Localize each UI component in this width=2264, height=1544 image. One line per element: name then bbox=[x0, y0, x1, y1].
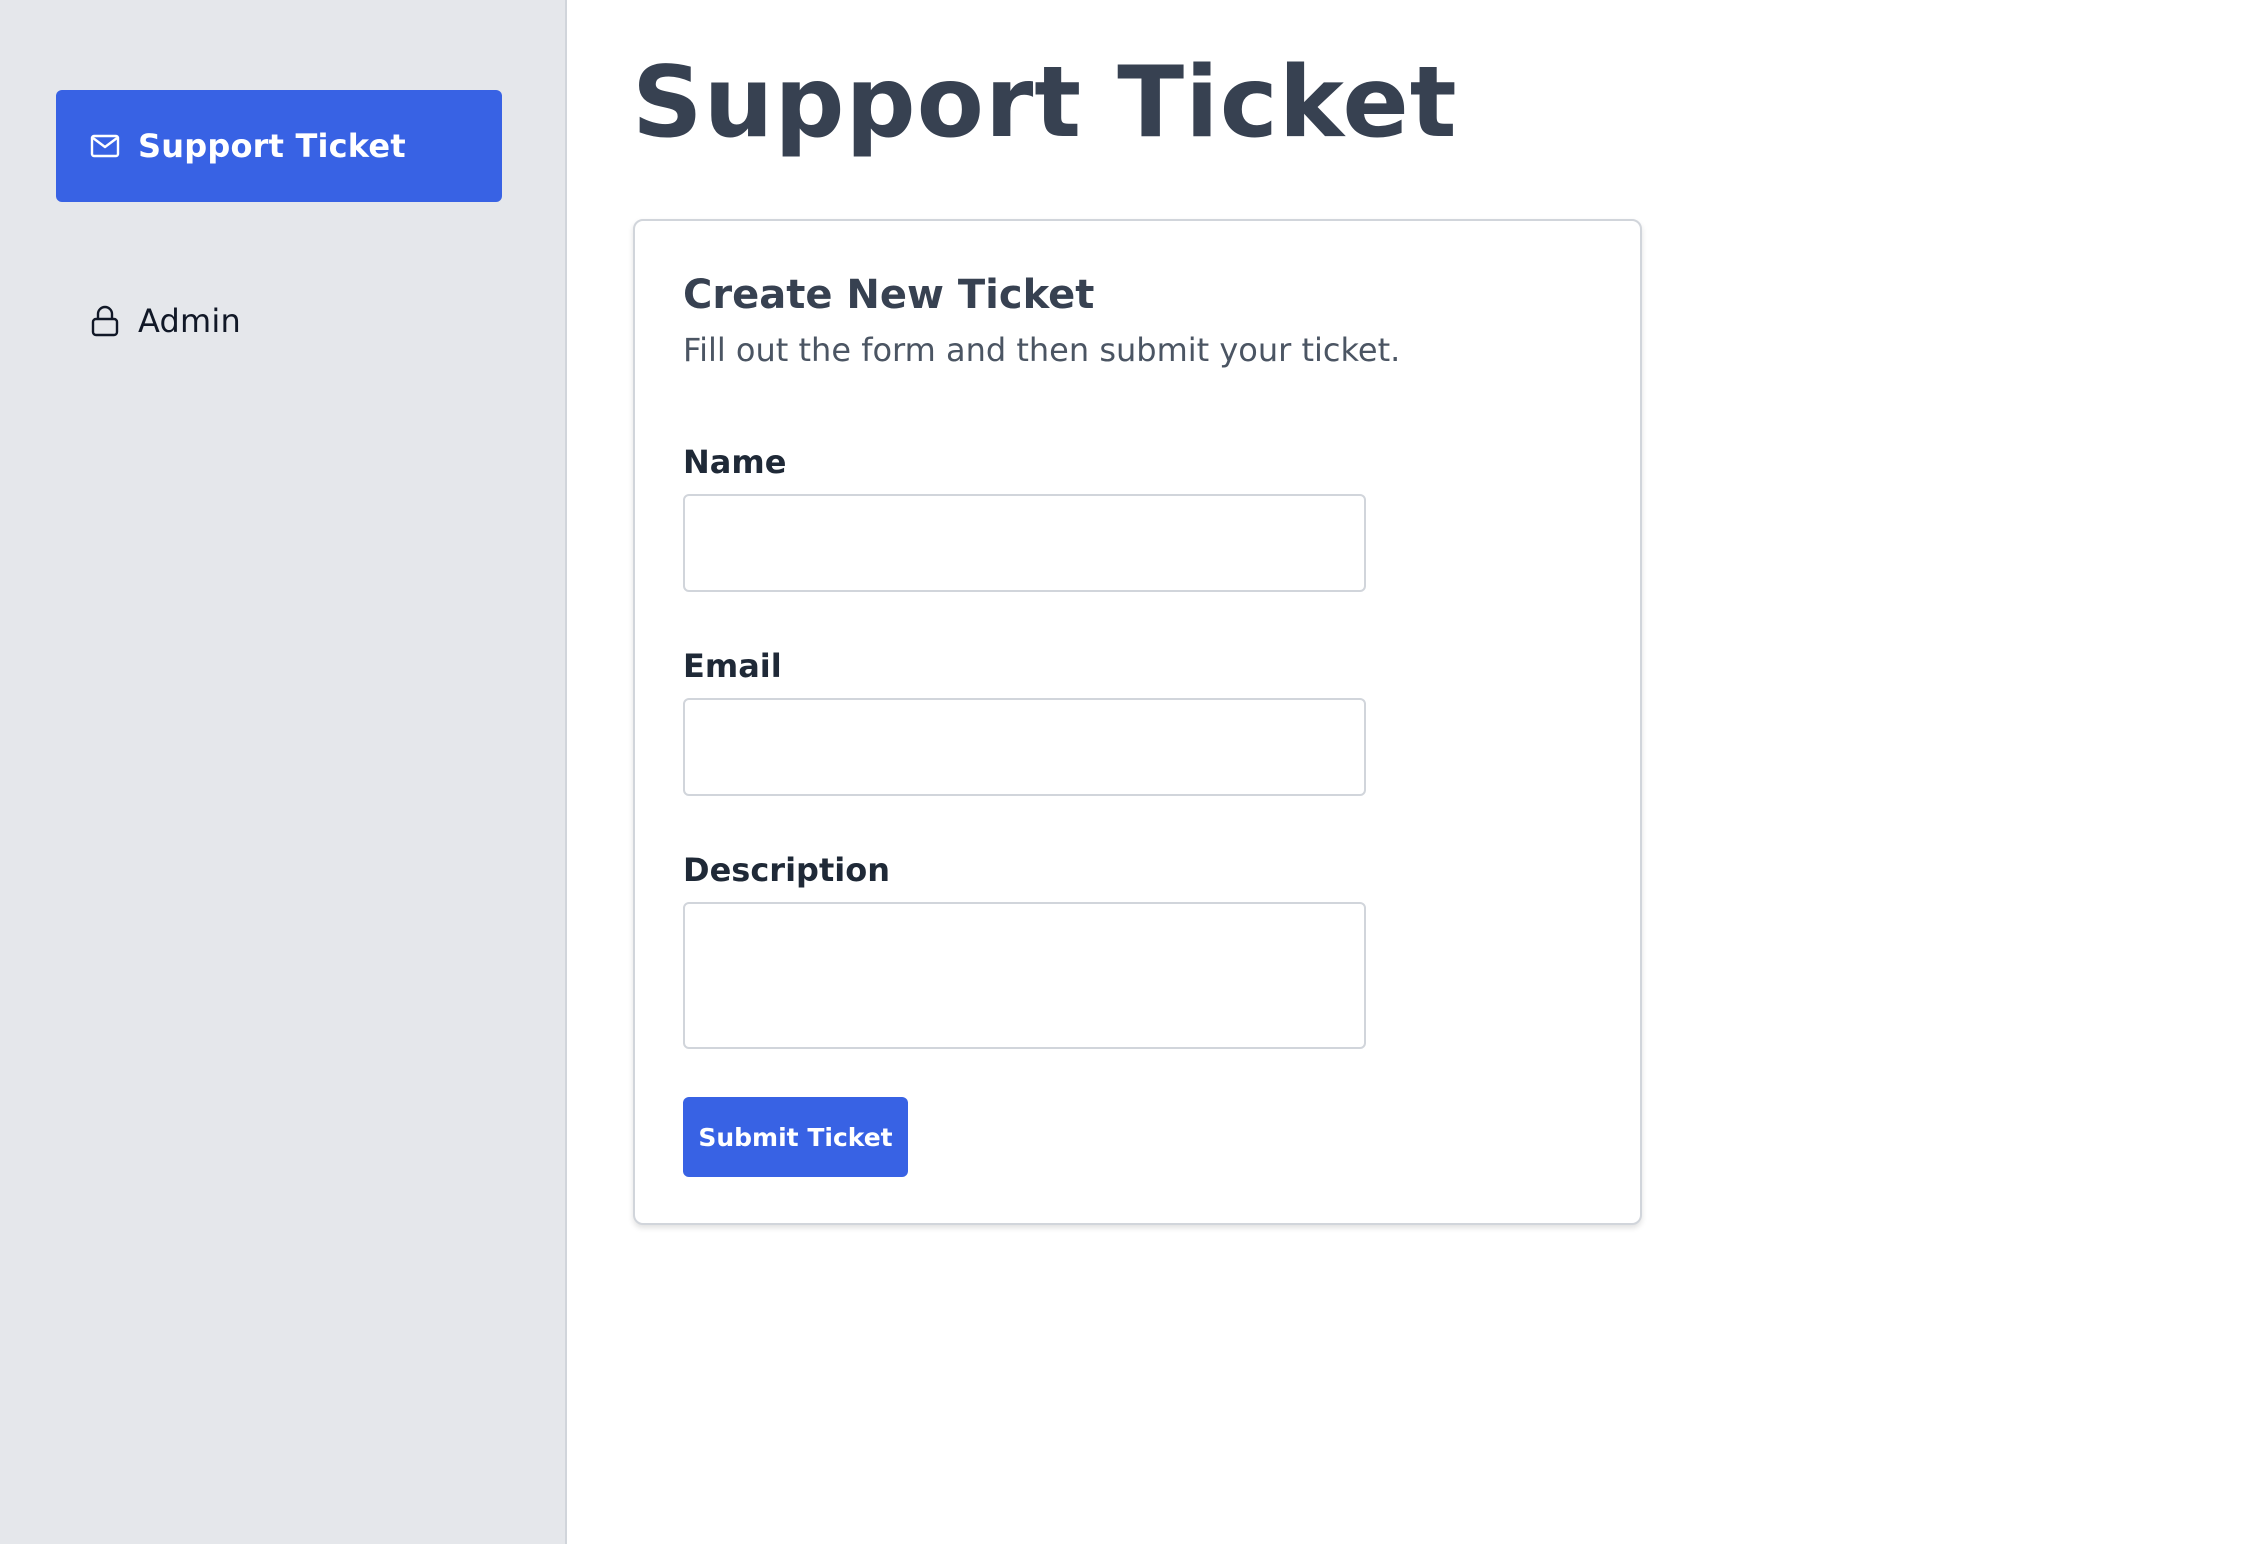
description-field[interactable] bbox=[683, 902, 1366, 1049]
email-field[interactable] bbox=[683, 698, 1366, 796]
description-label: Description bbox=[683, 851, 890, 889]
ticket-form-card: Create New Ticket Fill out the form and … bbox=[633, 219, 1642, 1225]
email-label: Email bbox=[683, 647, 782, 685]
sidebar-item-admin[interactable]: Admin bbox=[56, 265, 502, 377]
app-window: Support Ticket Admin Support Ticket Crea… bbox=[0, 0, 2264, 1544]
form-subtitle: Fill out the form and then submit your t… bbox=[683, 331, 1401, 369]
sidebar-item-label: Support Ticket bbox=[138, 127, 406, 165]
form-title: Create New Ticket bbox=[683, 272, 1095, 318]
sidebar-item-support-ticket[interactable]: Support Ticket bbox=[56, 90, 502, 202]
name-field[interactable] bbox=[683, 494, 1366, 592]
page-title: Support Ticket bbox=[632, 46, 1458, 160]
main-content: Support Ticket Create New Ticket Fill ou… bbox=[567, 0, 2264, 1544]
sidebar: Support Ticket Admin bbox=[0, 0, 567, 1544]
sidebar-item-label: Admin bbox=[138, 302, 241, 340]
lock-icon bbox=[90, 305, 120, 337]
mail-icon bbox=[90, 131, 120, 161]
name-label: Name bbox=[683, 443, 787, 481]
submit-ticket-button[interactable]: Submit Ticket bbox=[683, 1097, 908, 1177]
